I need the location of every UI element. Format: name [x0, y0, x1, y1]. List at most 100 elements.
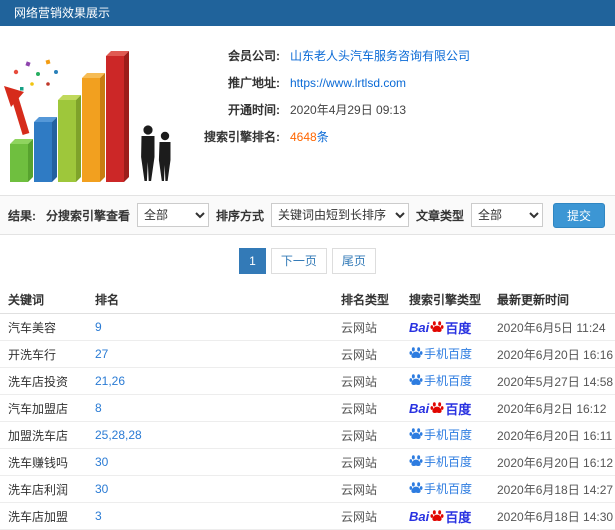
header-rank: 排名 — [95, 293, 120, 307]
promotion-url-link[interactable]: https://www.lrtlsd.com — [290, 76, 406, 90]
member-info: 会员公司: 山东老人头汽车服务咨询有限公司 推广地址: https://www.… — [180, 32, 615, 193]
results-table: 关键词 排名 排名类型 搜索引擎类型 最新更新时间 汽车美容 9 云网站 Bai… — [0, 286, 615, 530]
table-header-row: 关键词 排名 排名类型 搜索引擎类型 最新更新时间 — [0, 286, 615, 314]
engine-filter-label: 分搜索引擎查看 — [45, 208, 130, 223]
engine-cell: Bai 百度 手机百度 — [409, 453, 497, 472]
engine-cell: Bai 百度 手机百度 — [409, 345, 497, 364]
engine-filter-select[interactable]: 全部 — [136, 203, 209, 227]
rank-count-unit: 条 — [316, 130, 329, 144]
baidu-logo-text-prefix: Bai — [409, 508, 430, 524]
header-keyword: 关键词 — [8, 293, 45, 307]
pagination: 1 下一页 尾页 — [0, 235, 615, 286]
table-row: 洗车店投资 21,26 云网站 Bai 百度 手机百度 — [0, 368, 615, 395]
baidu-paw-icon — [430, 402, 444, 414]
mobile-baidu-label: 手机百度 — [424, 373, 473, 388]
keyword-cell: 洗车店利润 — [8, 482, 69, 497]
rank-type-cell: 云网站 — [341, 482, 378, 497]
info-row-url: 推广地址: https://www.lrtlsd.com — [180, 69, 615, 96]
keyword-cell: 洗车店加盟 — [8, 509, 69, 524]
marketing-chart — [2, 32, 180, 193]
open-time-label: 开通时间: — [228, 103, 280, 117]
rank-link[interactable]: 9 — [95, 320, 341, 334]
mobile-baidu-label: 手机百度 — [424, 481, 473, 496]
info-row-rank-count: 搜索引擎排名: 4648条 — [180, 123, 615, 150]
rank-link[interactable]: 3 — [95, 509, 341, 523]
rank-count-label: 搜索引擎排名: — [204, 130, 280, 144]
engine-cell: Bai 百度 手机百度 — [409, 318, 497, 337]
rank-count-number: 4648 — [290, 130, 317, 144]
baidu-logo: Bai 百度 — [409, 399, 471, 418]
rank-type-cell: 云网站 — [341, 374, 378, 389]
table-row: 开洗车行 27 云网站 Bai 百度 手机百度 — [0, 341, 615, 368]
engine-cell: Bai 百度 手机百度 — [409, 480, 497, 499]
update-time-cell: 2020年6月20日 16:16 — [497, 347, 614, 362]
mobile-baidu-logo: 手机百度 — [409, 345, 472, 362]
table-row: 汽车美容 9 云网站 Bai 百度 手机百度 2 — [0, 314, 615, 341]
engine-cell: Bai 百度 手机百度 — [409, 399, 497, 418]
update-time-cell: 2020年6月2日 16:12 — [497, 401, 607, 416]
table-row: 洗车店加盟 3 云网站 Bai 百度 手机百度 — [0, 503, 615, 530]
submit-button[interactable]: 提交 — [552, 202, 605, 228]
rank-type-cell: 云网站 — [341, 401, 378, 416]
update-time-cell: 2020年5月27日 14:58 — [497, 374, 614, 389]
keyword-cell: 洗车店投资 — [8, 374, 69, 389]
keyword-cell: 加盟洗车店 — [8, 428, 69, 443]
rank-link[interactable]: 21,26 — [95, 374, 341, 388]
rank-link[interactable]: 25,28,28 — [95, 428, 341, 442]
rank-link[interactable]: 8 — [95, 401, 341, 415]
mobile-baidu-paw-icon — [409, 347, 423, 359]
table-body: 汽车美容 9 云网站 Bai 百度 手机百度 2 — [0, 314, 615, 530]
keyword-cell: 汽车加盟店 — [8, 401, 69, 416]
type-filter-select[interactable]: 全部 — [470, 203, 543, 227]
table-row: 汽车加盟店 8 云网站 Bai 百度 手机百度 — [0, 395, 615, 422]
mobile-baidu-paw-icon — [409, 374, 423, 386]
header-rank-type: 排名类型 — [341, 293, 390, 307]
rank-type-cell: 云网站 — [341, 347, 378, 362]
sort-filter-label: 排序方式 — [215, 208, 264, 223]
rank-type-cell: 云网站 — [341, 455, 378, 470]
page-button-1[interactable]: 1 — [239, 248, 266, 274]
header-engine-type: 搜索引擎类型 — [409, 293, 482, 307]
company-link[interactable]: 山东老人头汽车服务咨询有限公司 — [290, 47, 470, 64]
info-row-company: 会员公司: 山东老人头汽车服务咨询有限公司 — [180, 42, 615, 69]
rank-type-cell: 云网站 — [341, 428, 378, 443]
last-page-button[interactable]: 尾页 — [331, 248, 376, 274]
mobile-baidu-label: 手机百度 — [424, 346, 473, 361]
rank-link[interactable]: 30 — [95, 482, 341, 496]
baidu-logo-text-prefix: Bai — [409, 319, 430, 335]
url-label: 推广地址: — [228, 76, 280, 90]
table-row: 洗车赚钱吗 30 云网站 Bai 百度 手机百度 — [0, 449, 615, 476]
baidu-logo-text-suffix: 百度 — [445, 320, 472, 336]
update-time-cell: 2020年6月18日 14:27 — [497, 482, 614, 497]
table-row: 加盟洗车店 25,28,28 云网站 Bai 百度 手机百度 — [0, 422, 615, 449]
engine-cell: Bai 百度 手机百度 — [409, 372, 497, 391]
mobile-baidu-logo: 手机百度 — [409, 453, 472, 470]
rank-type-cell: 云网站 — [341, 509, 378, 524]
header-update-time: 最新更新时间 — [497, 293, 570, 307]
filter-group: 分搜索引擎查看 全部 排序方式 关键词由短到长排序 文章类型 全部 提交 — [45, 202, 605, 228]
open-time-value: 2020年4月29日 09:13 — [290, 103, 407, 117]
rank-link[interactable]: 27 — [95, 347, 341, 361]
mobile-baidu-logo: 手机百度 — [409, 372, 472, 389]
baidu-logo-text-prefix: Bai — [409, 400, 430, 416]
mobile-baidu-label: 手机百度 — [424, 427, 473, 442]
top-panel: 会员公司: 山东老人头汽车服务咨询有限公司 推广地址: https://www.… — [0, 26, 615, 195]
company-label: 会员公司: — [228, 49, 280, 63]
update-time-cell: 2020年6月18日 14:30 — [497, 509, 614, 524]
next-page-button[interactable]: 下一页 — [270, 248, 327, 274]
bar-chart-illustration — [4, 51, 171, 182]
info-row-open-time: 开通时间: 2020年4月29日 09:13 — [180, 96, 615, 123]
mobile-baidu-logo: 手机百度 — [409, 480, 472, 497]
baidu-paw-icon — [430, 321, 444, 333]
mobile-baidu-paw-icon — [409, 482, 423, 494]
baidu-logo-text-suffix: 百度 — [445, 401, 472, 417]
mobile-baidu-paw-icon — [409, 428, 423, 440]
update-time-cell: 2020年6月20日 16:11 — [497, 428, 613, 443]
keyword-cell: 洗车赚钱吗 — [8, 455, 69, 470]
sort-filter-select[interactable]: 关键词由短到长排序 — [270, 203, 409, 227]
type-filter-label: 文章类型 — [415, 208, 464, 223]
rank-count-value: 4648条 — [290, 128, 329, 145]
baidu-logo-text-suffix: 百度 — [445, 509, 472, 525]
rank-link[interactable]: 30 — [95, 455, 341, 469]
rank-type-cell: 云网站 — [341, 320, 378, 335]
